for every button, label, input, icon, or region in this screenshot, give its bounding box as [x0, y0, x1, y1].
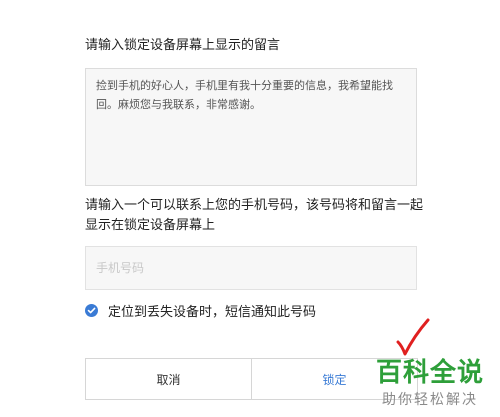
message-textarea[interactable]: 捡到手机的好心人，手机里有我十分重要的信息，我希望能找回。麻烦您与我联系，非常感…: [85, 68, 417, 186]
phone-number-input[interactable]: [85, 246, 417, 290]
cancel-button[interactable]: 取消: [85, 358, 252, 400]
message-label: 请输入锁定设备屏幕上显示的留言: [85, 37, 281, 52]
sms-notify-label: 定位到丢失设备时，短信通知此号码: [108, 303, 317, 319]
checkmark-icon[interactable]: [85, 303, 98, 317]
watermark-subtitle: 助你轻松解决: [382, 391, 478, 407]
sms-notify-option[interactable]: 定位到丢失设备时，短信通知此号码: [85, 300, 316, 320]
watermark-title: 百科全说: [376, 357, 485, 387]
red-annotation-stroke: [396, 318, 430, 356]
phone-label: 请输入一个可以联系上您的手机号码，该号码将和留言一起显示在锁定设备屏幕上: [85, 197, 424, 232]
watermark-logo: 百科全说 助你轻松解决: [376, 356, 498, 414]
